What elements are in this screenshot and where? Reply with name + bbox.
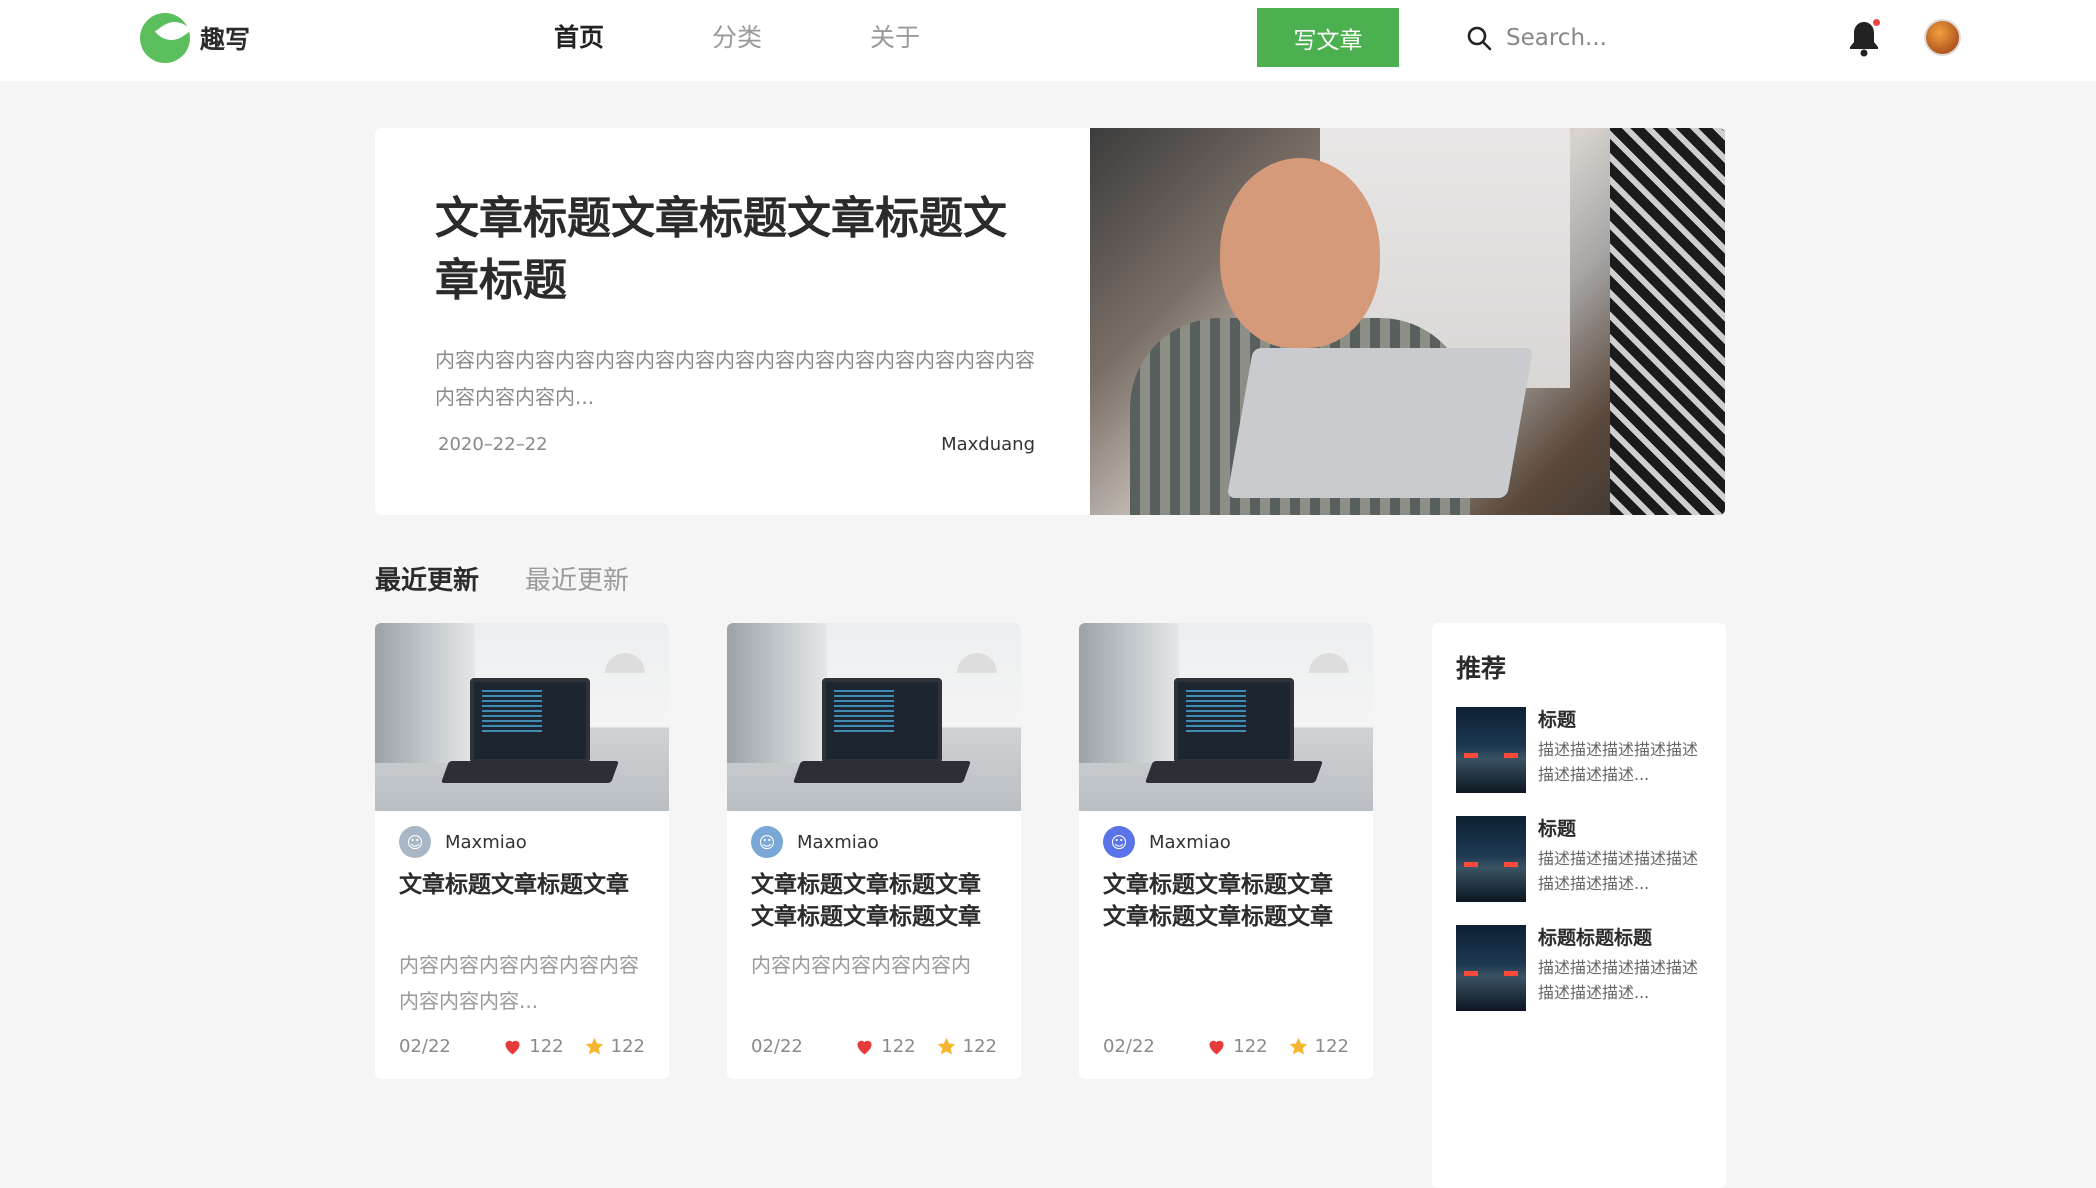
logo-text: 趣写	[200, 25, 251, 54]
star-icon	[1289, 1037, 1307, 1055]
notification-button[interactable]	[1846, 18, 1882, 58]
heart-icon	[857, 1040, 872, 1055]
article-title[interactable]: 文章标题文章标题文章	[375, 857, 669, 937]
author-name[interactable]: Maxmiao	[797, 832, 879, 853]
featured-article[interactable]: 文章标题文章标题文章标题文章标题 内容内容内容内容内容内容内容内容内容内容内容内…	[375, 128, 1725, 515]
recommend-item[interactable]: 标题 描述描述描述描述描述描述描述描述...	[1456, 816, 1706, 902]
heart-icon	[505, 1040, 520, 1055]
article-card[interactable]: ☺ Maxmiao 文章标题文章标题文章文章标题文章标题文章 内容内容内容内容内…	[727, 623, 1021, 1079]
main-nav: 首页 分类 关于	[500, 18, 974, 58]
author-avatar[interactable]: ☺	[1103, 826, 1135, 858]
article-excerpt: 内容内容内容内容内容内容内容内容内容...	[399, 953, 639, 1013]
user-avatar[interactable]	[1924, 19, 1961, 56]
recommend-panel: 推荐 标题 描述描述描述描述描述描述描述描述... 标题 描述描述描述描述描述描…	[1432, 623, 1726, 1188]
author-name[interactable]: Maxmiao	[445, 832, 527, 853]
article-thumbnail[interactable]	[727, 623, 1021, 811]
article-date: 02/22	[751, 1036, 803, 1057]
article-card[interactable]: ☺ Maxmiao 文章标题文章标题文章文章标题文章标题文章 02/22 122…	[1079, 623, 1373, 1079]
like-count[interactable]: 122	[502, 1036, 564, 1057]
logo[interactable]: 趣写	[140, 13, 250, 63]
recommend-thumbnail[interactable]	[1456, 707, 1526, 793]
like-count[interactable]: 122	[854, 1036, 916, 1057]
recommend-thumbnail[interactable]	[1456, 925, 1526, 1011]
article-date: 02/22	[399, 1036, 451, 1057]
leaf-logo-icon	[140, 13, 190, 63]
article-title[interactable]: 文章标题文章标题文章文章标题文章标题文章	[1079, 857, 1373, 937]
star-icon	[937, 1037, 955, 1055]
recommend-item[interactable]: 标题 描述描述描述描述描述描述描述描述...	[1456, 707, 1706, 793]
section-tabs: 最近更新 最近更新	[375, 560, 629, 597]
article-card[interactable]: ☺ Maxmiao 文章标题文章标题文章 内容内容内容内容内容内容内容内容内容.…	[375, 623, 669, 1079]
article-thumbnail[interactable]	[375, 623, 669, 811]
nav-item-home[interactable]: 首页	[500, 18, 658, 58]
article-excerpt	[1079, 947, 1373, 1021]
like-count[interactable]: 122	[1206, 1036, 1268, 1057]
recommend-item-title[interactable]: 标题标题标题	[1538, 925, 1706, 951]
author-avatar[interactable]: ☺	[399, 826, 431, 858]
featured-image[interactable]	[1090, 128, 1725, 515]
author-avatar[interactable]: ☺	[751, 826, 783, 858]
star-icon	[585, 1037, 603, 1055]
search-icon	[1467, 26, 1492, 51]
recommend-item-desc: 描述描述描述描述描述描述描述描述...	[1538, 740, 1699, 784]
star-count[interactable]: 122	[1288, 1036, 1349, 1057]
nav-item-about[interactable]: 关于	[816, 18, 974, 58]
nav-item-categories[interactable]: 分类	[658, 18, 816, 58]
recommend-title: 推荐	[1456, 654, 1507, 683]
heart-icon	[1209, 1040, 1224, 1055]
write-article-button[interactable]: 写文章	[1257, 8, 1399, 67]
article-excerpt: 内容内容内容内容内容内	[751, 953, 971, 977]
recommend-thumbnail[interactable]	[1456, 816, 1526, 902]
search-input[interactable]	[1506, 25, 1706, 51]
featured-date: 2020–22–22	[438, 434, 548, 455]
tab-recent-updates-2[interactable]: 最近更新	[525, 560, 629, 597]
recommend-item-desc: 描述描述描述描述描述描述描述描述...	[1538, 958, 1699, 1002]
notification-dot	[1873, 19, 1880, 26]
recommend-item-title[interactable]: 标题	[1538, 707, 1706, 733]
star-count[interactable]: 122	[936, 1036, 997, 1057]
article-thumbnail[interactable]	[1079, 623, 1373, 811]
tab-recent-updates[interactable]: 最近更新	[375, 560, 479, 597]
star-count[interactable]: 122	[584, 1036, 645, 1057]
search-box[interactable]	[1466, 16, 1726, 60]
author-name[interactable]: Maxmiao	[1149, 832, 1231, 853]
article-date: 02/22	[1103, 1036, 1155, 1057]
featured-title[interactable]: 文章标题文章标题文章标题文章标题	[435, 188, 1035, 312]
recommend-item-title[interactable]: 标题	[1538, 816, 1706, 842]
featured-author[interactable]: Maxduang	[941, 434, 1035, 455]
article-title[interactable]: 文章标题文章标题文章文章标题文章标题文章	[727, 857, 1021, 937]
top-bar: 趣写 首页 分类 关于 写文章	[0, 0, 2096, 81]
featured-excerpt: 内容内容内容内容内容内容内容内容内容内容内容内容内容内容内容内容内容内容内...	[435, 348, 1035, 409]
recommend-item-desc: 描述描述描述描述描述描述描述描述...	[1538, 849, 1699, 893]
recommend-item[interactable]: 标题标题标题 描述描述描述描述描述描述描述描述...	[1456, 925, 1706, 1011]
